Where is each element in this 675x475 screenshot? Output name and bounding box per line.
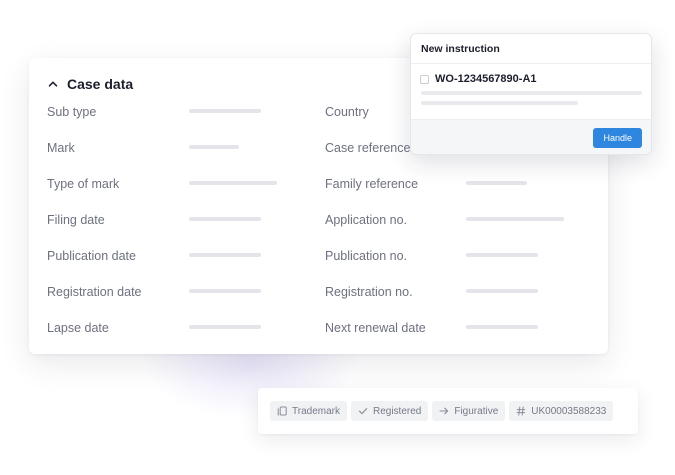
copy-icon: [277, 406, 287, 416]
case-data-header[interactable]: Case data: [48, 74, 133, 94]
hash-icon: [516, 406, 526, 416]
field-label-type-of-mark: Type of mark: [47, 177, 120, 191]
field-label-country: Country: [325, 105, 369, 119]
tags-bar: Trademark Registered Figurative UK000035…: [258, 388, 638, 434]
new-instruction-popup: New instruction WO-1234567890-A1 Handle: [410, 33, 652, 155]
tag-label: Trademark: [292, 405, 340, 417]
field-value-placeholder: [189, 217, 261, 221]
instruction-item[interactable]: WO-1234567890-A1: [420, 73, 537, 85]
field-label-filing-date: Filing date: [47, 213, 105, 227]
field-label-family-reference: Family reference: [325, 177, 419, 191]
check-icon: [358, 408, 368, 415]
field-label-mark: Mark: [47, 141, 75, 155]
tag-label: Registered: [372, 405, 422, 417]
field-value-placeholder: [466, 289, 538, 293]
field-label-publication-no: Publication no.: [325, 249, 408, 263]
tag-label: UK00003588233: [531, 405, 607, 417]
chevron-up-icon[interactable]: [48, 79, 58, 89]
tag-registration-number[interactable]: UK00003588233: [509, 401, 614, 421]
field-value-placeholder: [189, 109, 261, 113]
field-value-placeholder: [466, 181, 527, 185]
field-value-placeholder: [189, 145, 239, 149]
field-label-sub-type: Sub type: [47, 105, 97, 119]
handle-button[interactable]: Handle: [593, 128, 642, 148]
field-value-placeholder: [189, 289, 261, 293]
field-label-case-reference: Case reference: [325, 141, 411, 155]
field-value-placeholder: [466, 325, 538, 329]
tag-registered[interactable]: Registered: [350, 401, 429, 421]
popup-placeholder-bar: [421, 91, 642, 95]
instruction-checkbox[interactable]: [420, 74, 429, 84]
field-value-placeholder: [466, 217, 564, 221]
field-label-next-renewal-date: Next renewal date: [325, 321, 426, 335]
field-label-registration-date: Registration date: [47, 285, 142, 299]
case-data-title: Case data: [67, 76, 134, 92]
field-label-registration-no: Registration no.: [325, 285, 413, 299]
arrow-right-icon: [439, 407, 449, 415]
tag-figurative[interactable]: Figurative: [432, 401, 506, 421]
popup-footer: Handle: [411, 119, 651, 154]
tag-trademark[interactable]: Trademark: [270, 401, 347, 421]
popup-title: New instruction: [421, 42, 500, 55]
field-label-application-no: Application no.: [325, 213, 408, 227]
field-value-placeholder: [189, 253, 261, 257]
popup-placeholder-bar: [421, 101, 578, 105]
field-label-publication-date: Publication date: [47, 249, 136, 263]
popup-body: WO-1234567890-A1: [411, 64, 651, 119]
instruction-reference: WO-1234567890-A1: [435, 73, 537, 85]
field-value-placeholder: [189, 181, 277, 185]
popup-header: New instruction: [411, 34, 651, 64]
field-label-lapse-date: Lapse date: [47, 321, 109, 335]
field-value-placeholder: [189, 325, 261, 329]
field-value-placeholder: [466, 253, 538, 257]
tag-label: Figurative: [454, 405, 499, 417]
